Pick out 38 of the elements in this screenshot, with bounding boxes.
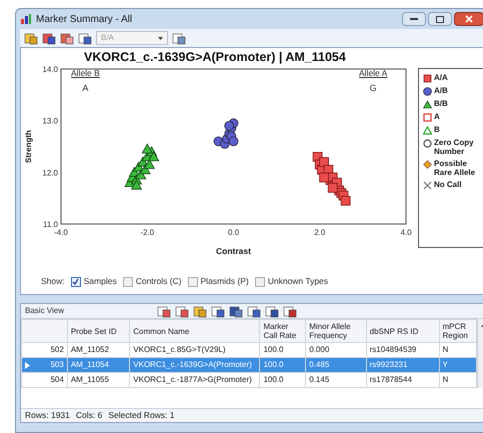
row-number: 504: [50, 374, 64, 386]
x-tick-label: 0.0: [228, 228, 240, 237]
legend-label: A/A: [434, 73, 448, 82]
row-number: 502: [50, 344, 64, 356]
y-tick-label: 14.0: [42, 65, 58, 74]
x-tick-label: 4.0: [400, 228, 412, 237]
table-cell: VKORC1_c.-1877A>G(Promoter): [130, 372, 260, 388]
chart-title: VKORC1_c.-1639G>A(Promoter) | AM_11054: [83, 49, 347, 65]
y-tick-label: 12.0: [42, 168, 58, 178]
x-tick-label: -2.0: [140, 228, 154, 237]
allele-base-label: A: [82, 82, 88, 95]
legend-label: B: [434, 125, 440, 134]
table-cell: AM_11055: [67, 372, 130, 388]
y-axis-label: Strength: [24, 130, 33, 163]
table-cell: 0.145: [306, 372, 366, 388]
x-tick-label: -4.0: [54, 228, 68, 237]
table-cell: rs17878544: [366, 372, 440, 388]
allele-b-label: Allele B: [71, 67, 100, 80]
y-tick-label: 11.0: [43, 220, 58, 229]
window-title: Marker Summary - All: [36, 12, 132, 26]
x-axis-label: Contrast: [216, 246, 251, 256]
legend-label: Possible Rare Allele: [434, 159, 476, 177]
allele-base-label: G: [370, 82, 377, 95]
legend-label: Zero Copy Number: [434, 138, 475, 156]
show-label: Show:: [41, 275, 65, 288]
legend-label: A/B: [434, 86, 448, 95]
status-cols: Cols: 6: [76, 409, 102, 422]
legend-label: A: [434, 112, 440, 121]
table-cell: 100.0: [260, 372, 306, 388]
row-number: 503: [50, 359, 64, 371]
legend-label: B/B: [434, 99, 448, 108]
y-tick-label: 13.0: [42, 116, 58, 126]
allele-a-label: Allele A: [359, 67, 388, 80]
legend-label: No Call: [434, 180, 462, 189]
view-name: Basic View: [25, 305, 65, 317]
status-rows: Rows: 1931: [25, 409, 70, 422]
x-tick-label: 2.0: [314, 228, 326, 237]
status-selected: Selected Rows: 1: [108, 409, 175, 422]
